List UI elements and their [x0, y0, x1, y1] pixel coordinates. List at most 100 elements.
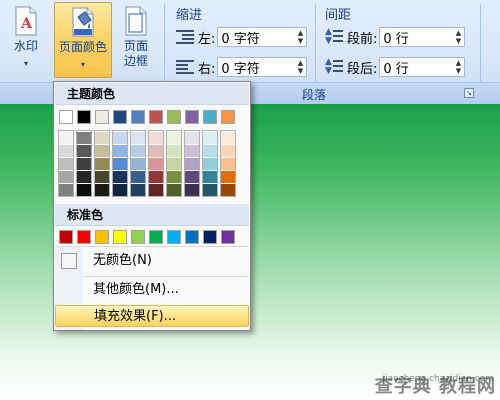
theme-shade-swatch[interactable] — [149, 171, 163, 183]
theme-shade-swatch[interactable] — [221, 171, 235, 183]
theme-shade-column — [220, 130, 236, 197]
theme-shade-swatch[interactable] — [95, 145, 109, 157]
theme-shade-swatch[interactable] — [185, 171, 199, 183]
theme-shade-swatch[interactable] — [203, 184, 217, 196]
theme-color-swatch[interactable] — [185, 110, 199, 124]
ribbon-separator — [480, 4, 481, 82]
watermark-button[interactable]: A 水印 ▾ — [4, 2, 48, 78]
theme-color-swatch[interactable] — [113, 110, 127, 124]
indent-left-spinner[interactable]: 0 字符 ▲ ▼ — [217, 27, 308, 47]
theme-shade-swatch[interactable] — [95, 171, 109, 183]
standard-color-swatch[interactable] — [131, 230, 145, 244]
theme-shade-swatch[interactable] — [167, 171, 181, 183]
spacing-before-icon: ▲ ▼ — [325, 28, 343, 46]
theme-shade-swatch[interactable] — [221, 145, 235, 157]
theme-shade-swatch[interactable] — [131, 184, 145, 196]
spin-arrows-icon[interactable]: ▲ ▼ — [452, 28, 464, 46]
theme-shade-swatch[interactable] — [77, 145, 91, 157]
theme-shade-swatch[interactable] — [77, 171, 91, 183]
indent-right-icon — [176, 60, 194, 74]
standard-color-swatch[interactable] — [185, 230, 199, 244]
standard-colors-header: 标准色 — [55, 204, 249, 226]
theme-shade-swatch[interactable] — [131, 132, 145, 144]
theme-shade-swatch[interactable] — [59, 184, 73, 196]
page-color-label: 页面颜色 — [58, 40, 107, 54]
standard-color-swatch[interactable] — [113, 230, 127, 244]
theme-shade-swatch[interactable] — [185, 184, 199, 196]
theme-shade-swatch[interactable] — [113, 132, 127, 144]
standard-color-swatch[interactable] — [95, 230, 109, 244]
theme-color-swatch[interactable] — [221, 110, 235, 124]
theme-shade-swatch[interactable] — [131, 158, 145, 170]
no-color-item[interactable]: 无颜色(N) — [55, 250, 249, 272]
spin-arrows-icon[interactable]: ▲ ▼ — [294, 58, 306, 76]
spacing-before-label: 段前: — [347, 31, 378, 47]
theme-color-swatch[interactable] — [167, 110, 181, 124]
theme-shade-swatch[interactable] — [131, 171, 145, 183]
theme-shade-swatch[interactable] — [203, 158, 217, 170]
theme-shade-swatch[interactable] — [113, 145, 127, 157]
menu-separator — [56, 246, 248, 247]
theme-shade-swatch[interactable] — [59, 171, 73, 183]
standard-color-swatch[interactable] — [149, 230, 163, 244]
theme-shade-swatch[interactable] — [95, 158, 109, 170]
theme-shade-swatch[interactable] — [221, 184, 235, 196]
theme-shade-swatch[interactable] — [77, 132, 91, 144]
theme-color-swatch[interactable] — [59, 110, 73, 124]
standard-color-swatch[interactable] — [221, 230, 235, 244]
standard-color-swatch[interactable] — [77, 230, 91, 244]
theme-shade-swatch[interactable] — [167, 184, 181, 196]
theme-shade-swatch[interactable] — [95, 184, 109, 196]
theme-shade-swatch[interactable] — [203, 132, 217, 144]
theme-shade-swatch[interactable] — [113, 184, 127, 196]
no-color-label: 无颜色(N) — [93, 253, 152, 268]
fill-effects-item[interactable]: 填充效果(F)... — [55, 305, 249, 327]
theme-shade-swatch[interactable] — [185, 132, 199, 144]
theme-color-swatch[interactable] — [131, 110, 145, 124]
theme-shade-swatch[interactable] — [167, 158, 181, 170]
theme-color-swatch[interactable] — [95, 110, 109, 124]
theme-color-swatch[interactable] — [149, 110, 163, 124]
theme-shade-swatch[interactable] — [221, 158, 235, 170]
theme-shade-swatch[interactable] — [185, 158, 199, 170]
standard-color-swatch[interactable] — [203, 230, 217, 244]
theme-shade-swatch[interactable] — [203, 145, 217, 157]
indent-right-value: 0 字符 — [221, 61, 260, 77]
theme-shade-swatch[interactable] — [77, 158, 91, 170]
spin-arrows-icon[interactable]: ▲ ▼ — [294, 28, 306, 46]
theme-shade-swatch[interactable] — [149, 184, 163, 196]
theme-shade-swatch[interactable] — [113, 158, 127, 170]
indent-left-value: 0 字符 — [221, 31, 260, 47]
no-color-icon — [61, 253, 77, 269]
theme-shade-swatch[interactable] — [59, 145, 73, 157]
theme-shade-swatch[interactable] — [59, 132, 73, 144]
theme-color-swatch[interactable] — [203, 110, 217, 124]
theme-shade-swatch[interactable] — [131, 145, 145, 157]
theme-shade-swatch[interactable] — [77, 184, 91, 196]
more-colors-item[interactable]: 其他颜色(M)... — [55, 279, 249, 301]
spacing-after-spinner[interactable]: 0 行 ▲ ▼ — [379, 57, 466, 77]
spin-arrows-icon[interactable]: ▲ ▼ — [452, 58, 464, 76]
theme-shade-swatch[interactable] — [59, 158, 73, 170]
spacing-after-row: ▲ ▼ 段后: 0 行 ▲ ▼ — [325, 56, 466, 78]
page-border-button[interactable]: 页面 边框 — [116, 2, 156, 78]
page-color-button[interactable]: 页面颜色 ▾ — [54, 2, 112, 78]
indent-right-spinner[interactable]: 0 字符 ▲ ▼ — [217, 57, 308, 77]
theme-shade-swatch[interactable] — [149, 132, 163, 144]
standard-color-swatch[interactable] — [59, 230, 73, 244]
theme-shade-swatch[interactable] — [221, 132, 235, 144]
dialog-launcher-icon[interactable]: ↘ — [464, 88, 474, 98]
theme-shade-swatch[interactable] — [203, 171, 217, 183]
spacing-before-spinner[interactable]: 0 行 ▲ ▼ — [379, 27, 466, 47]
standard-color-swatch[interactable] — [167, 230, 181, 244]
theme-shade-swatch[interactable] — [185, 145, 199, 157]
watermark-dropdown-arrow-icon: ▾ — [23, 59, 28, 68]
theme-shade-swatch[interactable] — [149, 158, 163, 170]
theme-shade-swatch[interactable] — [149, 145, 163, 157]
theme-shade-swatch[interactable] — [167, 145, 181, 157]
menu-separator — [84, 276, 248, 277]
theme-shade-swatch[interactable] — [113, 171, 127, 183]
theme-shade-swatch[interactable] — [167, 132, 181, 144]
theme-color-swatch[interactable] — [77, 110, 91, 124]
theme-shade-swatch[interactable] — [95, 132, 109, 144]
